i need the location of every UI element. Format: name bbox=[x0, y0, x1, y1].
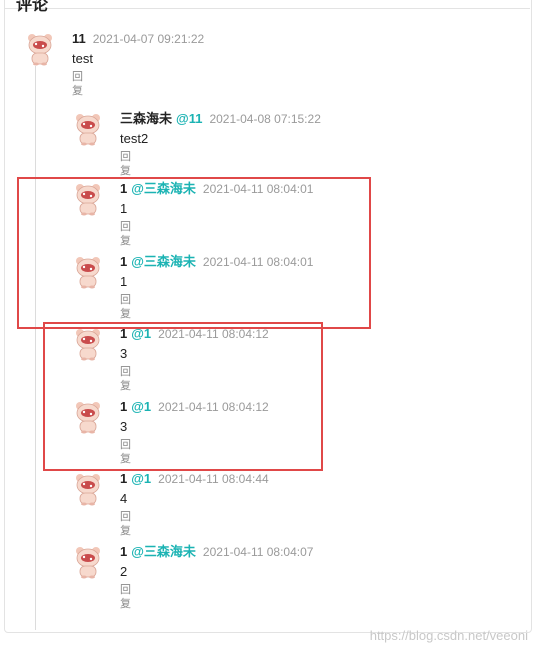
avatar[interactable] bbox=[72, 545, 104, 579]
comment-meta: 三森海未 @11 2021-04-08 07:15:22 bbox=[120, 111, 321, 127]
comment-content: test bbox=[72, 51, 93, 66]
highlight-box bbox=[43, 322, 323, 471]
comment-time: 2021-04-11 08:04:07 bbox=[202, 545, 314, 559]
reply-link[interactable]: 回复 bbox=[120, 583, 131, 611]
comment-mention[interactable]: @11 bbox=[176, 111, 202, 126]
watermark: https://blog.csdn.net/veeoni bbox=[369, 628, 528, 643]
comment-content: 4 bbox=[120, 491, 128, 506]
reply-link[interactable]: 回复 bbox=[72, 70, 83, 98]
comment-author[interactable]: 1 bbox=[120, 471, 127, 486]
avatar[interactable] bbox=[24, 32, 56, 66]
comment-meta: 1 @1 2021-04-11 08:04:44 bbox=[120, 471, 269, 487]
avatar[interactable] bbox=[72, 472, 104, 506]
comment-author[interactable]: 11 bbox=[72, 31, 86, 46]
reply-link[interactable]: 回复 bbox=[120, 150, 131, 178]
comment-meta: 11 2021-04-07 09:21:22 bbox=[72, 31, 204, 47]
comment-time: 2021-04-11 08:04:44 bbox=[158, 472, 269, 486]
highlight-box bbox=[17, 177, 371, 329]
comment-time: 2021-04-08 07:15:22 bbox=[209, 112, 321, 126]
thread-line bbox=[35, 66, 36, 630]
avatar[interactable] bbox=[72, 112, 104, 146]
comments-title: 评论 bbox=[16, 0, 49, 14]
comment-content: 2 bbox=[120, 564, 128, 579]
header-divider bbox=[4, 8, 530, 9]
comment-author[interactable]: 1 bbox=[120, 544, 127, 559]
reply-link[interactable]: 回复 bbox=[120, 510, 131, 538]
comment-mention[interactable]: @1 bbox=[131, 471, 151, 486]
comment-content: test2 bbox=[120, 131, 149, 146]
comment-time: 2021-04-07 09:21:22 bbox=[92, 32, 205, 46]
comment-meta: 1 @三森海未 2021-04-11 08:04:07 bbox=[120, 544, 313, 560]
comment-author[interactable]: 三森海未 bbox=[120, 111, 172, 126]
comment-mention[interactable]: @三森海未 bbox=[131, 544, 196, 559]
